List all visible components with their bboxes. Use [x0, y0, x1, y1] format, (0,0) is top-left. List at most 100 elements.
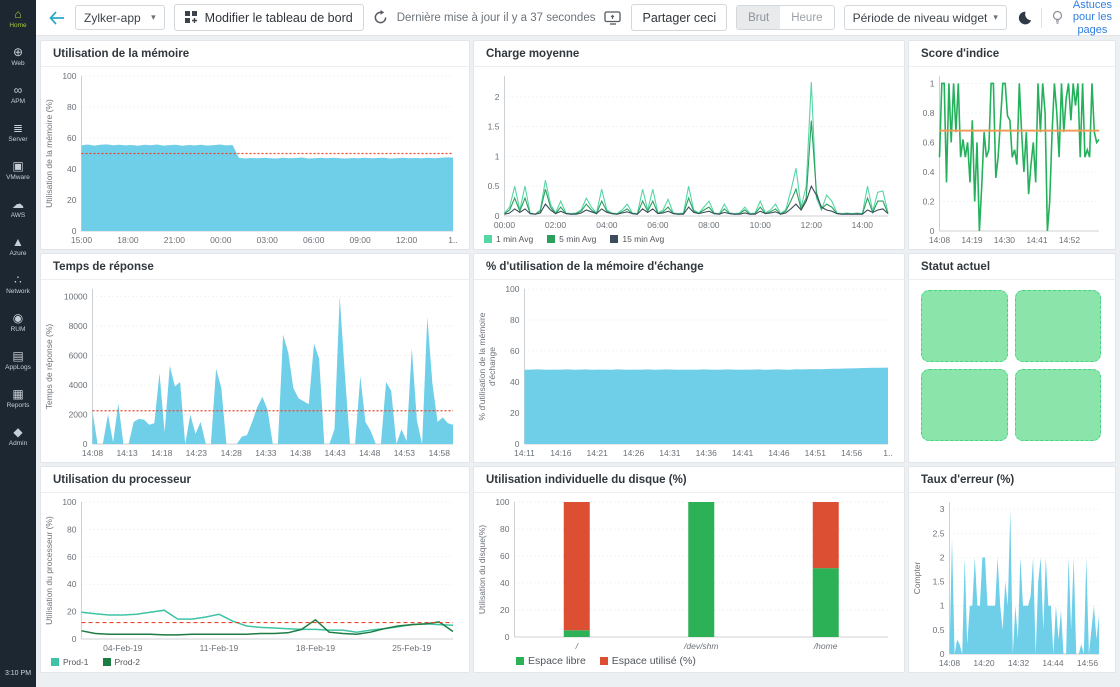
status-cell[interactable]	[921, 290, 1008, 362]
sidebar-item-web[interactable]: ⊕Web	[0, 46, 36, 68]
legend-item[interactable]: 5 min Avg	[547, 234, 596, 244]
svg-text:3: 3	[940, 504, 945, 514]
refresh-icon[interactable]	[373, 10, 388, 25]
dashboard-select[interactable]: Zylker-app ▾	[75, 5, 165, 30]
svg-text:14:53: 14:53	[394, 448, 416, 458]
svg-text:03:00: 03:00	[257, 235, 279, 245]
sidebar-clock: 3:10 PM	[5, 670, 31, 677]
chart-load-average: 00.511.5200:0002:0004:0006:0008:0010:001…	[476, 69, 900, 233]
edit-dashboard-button[interactable]: Modifier le tableau de bord	[174, 4, 364, 31]
legend-swatch	[484, 235, 492, 243]
sidebar-item-home[interactable]: ⌂Home	[0, 8, 36, 30]
svg-text:1: 1	[495, 151, 500, 161]
svg-text:18:00: 18:00	[117, 235, 139, 245]
svg-text:60: 60	[67, 552, 77, 562]
svg-text:80: 80	[67, 524, 77, 534]
sidebar-item-network[interactable]: ∴Network	[0, 274, 36, 296]
status-cell[interactable]	[921, 369, 1008, 441]
svg-text:1..: 1..	[883, 448, 892, 458]
svg-text:12:00: 12:00	[801, 220, 823, 230]
sidebar-item-applogs[interactable]: ▤AppLogs	[0, 350, 36, 372]
svg-text:14:28: 14:28	[221, 448, 243, 458]
svg-text:40: 40	[510, 377, 520, 387]
svg-text:2000: 2000	[69, 409, 88, 419]
svg-text:00:00: 00:00	[494, 220, 516, 230]
sidebar-item-apm[interactable]: ∞APM	[0, 84, 36, 106]
svg-text:04:00: 04:00	[596, 220, 618, 230]
svg-text:100: 100	[505, 284, 519, 294]
legend-label: 15 min Avg	[622, 234, 664, 244]
time-toggle-button[interactable]: Heure	[780, 6, 833, 29]
sidebar-item-azure[interactable]: ▲Azure	[0, 236, 36, 258]
svg-text:20: 20	[67, 195, 77, 205]
sidebar-item-admin[interactable]: ◆Admin	[0, 426, 36, 448]
svg-text:21:00: 21:00	[164, 235, 186, 245]
sidebar-item-server[interactable]: ≣Server	[0, 122, 36, 144]
svg-text:6000: 6000	[69, 350, 88, 360]
chart-canvas: 02040608010015:0018:0021:0000:0003:0006:…	[43, 69, 465, 248]
legend-item[interactable]: Prod-1	[51, 657, 89, 667]
topbar: Zylker-app ▾ Modifier le tableau de bord…	[36, 0, 1120, 36]
svg-text:/: /	[575, 641, 580, 651]
sidebar-item-reports[interactable]: ▦Reports	[0, 388, 36, 410]
share-screen-icon[interactable]	[604, 10, 622, 25]
svg-text:15:00: 15:00	[71, 235, 93, 245]
svg-text:02:00: 02:00	[545, 220, 567, 230]
sidebar-item-rum[interactable]: ◉RUM	[0, 312, 36, 334]
widget-body: 00.511.5200:0002:0004:0006:0008:0010:001…	[474, 67, 904, 249]
legend-swatch	[103, 658, 111, 666]
legend-item[interactable]: Espace utilisé (%)	[600, 655, 696, 667]
page-tips-link[interactable]: Astuces pour les pages	[1073, 0, 1112, 36]
widget-title: Utilisation individuelle du disque (%)	[474, 467, 904, 493]
svg-text:14:58: 14:58	[429, 448, 451, 458]
svg-text:2: 2	[495, 92, 500, 102]
topbar-divider	[1041, 8, 1042, 28]
svg-text:14:08: 14:08	[929, 235, 951, 245]
svg-text:/home: /home	[813, 641, 838, 651]
sidebar-item-label: AWS	[11, 211, 26, 220]
widget-title: Statut actuel	[909, 254, 1115, 280]
svg-text:2.5: 2.5	[933, 528, 945, 538]
chevron-down-icon: ▾	[151, 12, 156, 23]
status-cell[interactable]	[1015, 290, 1102, 362]
chevron-down-icon: ▾	[993, 12, 998, 23]
svg-text:14:26: 14:26	[623, 448, 645, 458]
status-cell[interactable]	[1015, 369, 1102, 441]
sidebar-item-vmware[interactable]: ▣VMware	[0, 160, 36, 182]
legend-item[interactable]: Espace libre	[516, 655, 586, 667]
dark-mode-moon-icon[interactable]	[1016, 10, 1032, 26]
chart-index-score: 00.20.40.60.8114:0814:1914:3014:4114:52	[911, 69, 1111, 248]
sidebar-item-label: APM	[11, 97, 25, 106]
widget-memory-usage: Utilisation de la mémoire02040608010015:…	[40, 40, 470, 250]
legend-item[interactable]: 1 min Avg	[484, 234, 533, 244]
widget-body: 02040608010004-Feb-1911-Feb-1918-Feb-192…	[41, 493, 469, 672]
widget-title: Charge moyenne	[474, 41, 904, 67]
svg-text:d'échange: d'échange	[487, 347, 497, 386]
svg-text:% d'utilisation de la mémoire: % d'utilisation de la mémoire	[477, 312, 487, 420]
svg-text:14:20: 14:20	[973, 658, 995, 668]
share-button[interactable]: Partager ceci	[631, 4, 727, 31]
legend-item[interactable]: 15 min Avg	[610, 234, 664, 244]
svg-text:20: 20	[510, 408, 520, 418]
svg-text:14:08: 14:08	[82, 448, 104, 458]
svg-text:40: 40	[67, 579, 77, 589]
legend-item[interactable]: Prod-2	[103, 657, 141, 667]
svg-text:14:56: 14:56	[841, 448, 863, 458]
chart-canvas: 020406080100//dev/shm/homeUtilisation du…	[476, 495, 900, 654]
svg-text:14:41: 14:41	[1026, 235, 1048, 245]
back-arrow-icon[interactable]	[48, 10, 66, 26]
widget-period-select[interactable]: Période de niveau widget ▾	[844, 5, 1007, 30]
chart-canvas: 00.20.40.60.8114:0814:1914:3014:4114:52	[911, 69, 1111, 248]
sidebar-item-label: Web	[11, 59, 24, 68]
legend-label: Espace utilisé (%)	[612, 655, 696, 667]
svg-text:14:19: 14:19	[961, 235, 983, 245]
svg-text:80: 80	[67, 102, 77, 112]
sidebar-item-aws[interactable]: ☁AWS	[0, 198, 36, 220]
widget-grid: Utilisation de la mémoire02040608010015:…	[36, 36, 1120, 677]
svg-text:80: 80	[500, 524, 510, 534]
widget-cpu-usage: Utilisation du processeur02040608010004-…	[40, 466, 470, 673]
raw-toggle-button[interactable]: Brut	[737, 6, 780, 29]
svg-text:25-Feb-19: 25-Feb-19	[392, 643, 431, 653]
svg-text:100: 100	[62, 71, 76, 81]
svg-text:00:00: 00:00	[210, 235, 232, 245]
